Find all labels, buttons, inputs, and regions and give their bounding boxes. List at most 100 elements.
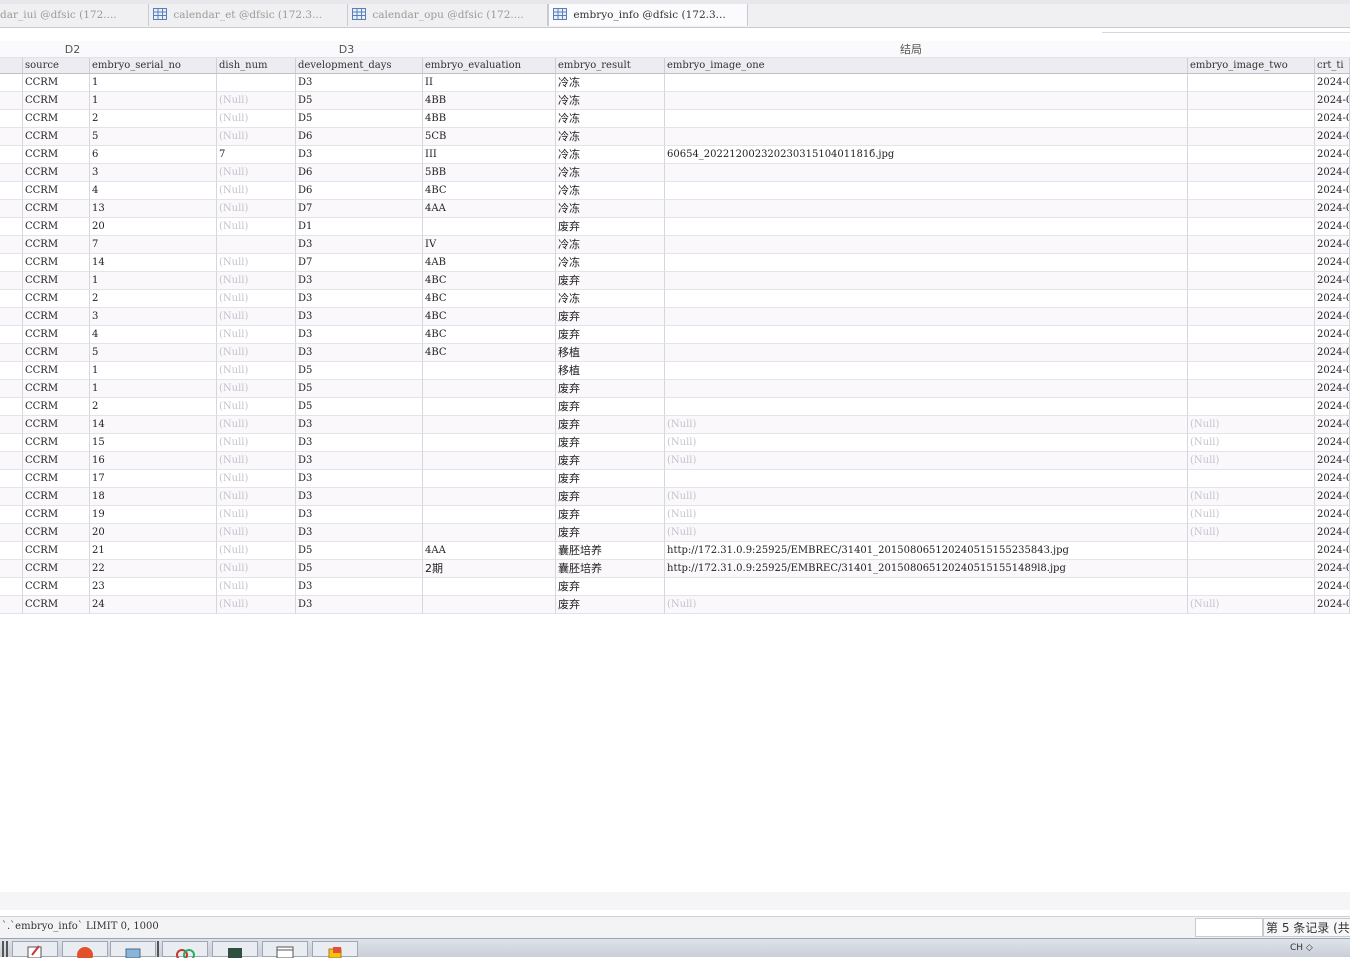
cell-development-days[interactable]: D3 [296,416,423,434]
column-header-embryo-evaluation[interactable]: embryo_evaluation [423,58,556,74]
cell-embryo-evaluation[interactable] [423,578,556,596]
cell-source[interactable]: CCRM [23,200,90,218]
cell-crt-time[interactable]: 2024-0 [1315,128,1350,146]
cell-embryo-serial-no[interactable]: 14 [90,416,217,434]
cell-embryo-serial-no[interactable]: 1 [90,74,217,92]
cell-development-days[interactable]: D6 [296,182,423,200]
cell-crt-time[interactable]: 2024-0 [1315,362,1350,380]
cell-embryo-evaluation[interactable]: 4BB [423,110,556,128]
cell-embryo-image-two[interactable] [1188,236,1315,254]
cell-embryo-serial-no[interactable]: 20 [90,218,217,236]
cell-source[interactable]: CCRM [23,326,90,344]
cell-dish-num[interactable]: (Null) [217,344,296,362]
cell-embryo-result[interactable]: 废弃 [556,326,665,344]
cell-source[interactable]: CCRM [23,452,90,470]
cell-source[interactable]: CCRM [23,344,90,362]
cell-embryo-image-one[interactable] [665,578,1188,596]
cell-source[interactable]: CCRM [23,254,90,272]
row-marker-cell[interactable] [0,434,23,452]
table-row[interactable]: CCRM 5 (Null) D6 5CB 冷冻 2024-0 [0,128,1350,146]
cell-development-days[interactable]: D3 [296,290,423,308]
cell-embryo-image-two[interactable] [1188,128,1315,146]
cell-development-days[interactable]: D6 [296,128,423,146]
table-row[interactable]: CCRM 4 (Null) D3 4BC 废弃 2024-0 [0,326,1350,344]
cell-embryo-image-one[interactable] [665,290,1188,308]
tab-embryo-info[interactable]: embryo_info @dfsic (172.3... [548,4,748,26]
row-marker-cell[interactable] [0,110,23,128]
table-row[interactable]: CCRM 20 (Null) D1 废弃 2024-0 [0,218,1350,236]
cell-source[interactable]: CCRM [23,560,90,578]
table-row[interactable]: CCRM 17 (Null) D3 废弃 2024-0 [0,470,1350,488]
taskbar-app-window[interactable] [262,941,308,959]
cell-embryo-image-one[interactable] [665,236,1188,254]
cell-embryo-evaluation[interactable]: 4BC [423,182,556,200]
cell-development-days[interactable]: D3 [296,326,423,344]
row-marker-cell[interactable] [0,452,23,470]
table-row[interactable]: CCRM 20 (Null) D3 废弃 (Null) (Null) 2024-0 [0,524,1350,542]
cell-embryo-image-one[interactable] [665,326,1188,344]
row-marker-cell[interactable] [0,218,23,236]
cell-embryo-evaluation[interactable] [423,398,556,416]
table-row[interactable]: CCRM 14 (Null) D7 4AB 冷冻 2024-0 [0,254,1350,272]
cell-source[interactable]: CCRM [23,488,90,506]
cell-dish-num[interactable]: (Null) [217,398,296,416]
row-marker-cell[interactable] [0,290,23,308]
cell-source[interactable]: CCRM [23,542,90,560]
cell-source[interactable]: CCRM [23,74,90,92]
cell-embryo-image-one[interactable] [665,470,1188,488]
table-row[interactable]: CCRM 18 (Null) D3 废弃 (Null) (Null) 2024-0 [0,488,1350,506]
row-marker-cell[interactable] [0,326,23,344]
cell-embryo-evaluation[interactable] [423,218,556,236]
table-row[interactable]: CCRM 1 (Null) D5 4BB 冷冻 2024-0 [0,92,1350,110]
cell-embryo-image-two[interactable] [1188,92,1315,110]
cell-embryo-evaluation[interactable]: 4BB [423,92,556,110]
cell-embryo-evaluation[interactable] [423,362,556,380]
cell-development-days[interactable]: D5 [296,110,423,128]
cell-embryo-image-two[interactable]: (Null) [1188,434,1315,452]
cell-embryo-evaluation[interactable]: 4BC [423,290,556,308]
cell-embryo-image-two[interactable] [1188,182,1315,200]
cell-embryo-serial-no[interactable]: 4 [90,182,217,200]
cell-source[interactable]: CCRM [23,524,90,542]
cell-embryo-evaluation[interactable]: III [423,146,556,164]
result-grid[interactable]: D2 D3 结局 source embryo_serial_no dish_num d… [0,41,1350,615]
cell-dish-num[interactable]: (Null) [217,218,296,236]
cell-embryo-image-two[interactable] [1188,254,1315,272]
row-marker-cell[interactable] [0,272,23,290]
cell-embryo-serial-no[interactable]: 5 [90,344,217,362]
cell-embryo-result[interactable]: 废弃 [556,398,665,416]
cell-source[interactable]: CCRM [23,146,90,164]
cell-dish-num[interactable]: (Null) [217,200,296,218]
cell-source[interactable]: CCRM [23,272,90,290]
system-tray[interactable]: CH ◇ [1290,943,1350,957]
cell-embryo-result[interactable]: 冷冻 [556,290,665,308]
cell-development-days[interactable]: D3 [296,506,423,524]
cell-embryo-image-two[interactable]: (Null) [1188,416,1315,434]
cell-embryo-serial-no[interactable]: 21 [90,542,217,560]
cell-development-days[interactable]: D3 [296,236,423,254]
cell-development-days[interactable]: D3 [296,74,423,92]
cell-dish-num[interactable]: (Null) [217,110,296,128]
cell-embryo-image-one[interactable] [665,362,1188,380]
cell-source[interactable]: CCRM [23,236,90,254]
row-marker-cell[interactable] [0,254,23,272]
cell-embryo-evaluation[interactable]: 2期 [423,560,556,578]
row-marker-cell[interactable] [0,362,23,380]
cell-crt-time[interactable]: 2024-0 [1315,488,1350,506]
column-header-embryo-result[interactable]: embryo_result [556,58,665,74]
cell-dish-num[interactable]: (Null) [217,272,296,290]
cell-embryo-image-two[interactable] [1188,398,1315,416]
cell-dish-num[interactable]: (Null) [217,362,296,380]
cell-source[interactable]: CCRM [23,128,90,146]
cell-embryo-serial-no[interactable]: 24 [90,596,217,614]
cell-embryo-image-two[interactable]: (Null) [1188,596,1315,614]
table-row[interactable]: CCRM 16 (Null) D3 废弃 (Null) (Null) 2024-0 [0,452,1350,470]
cell-dish-num[interactable]: (Null) [217,164,296,182]
cell-embryo-result[interactable]: 废弃 [556,578,665,596]
table-row[interactable]: CCRM 15 (Null) D3 废弃 (Null) (Null) 2024-0 [0,434,1350,452]
cell-embryo-result[interactable]: 冷冻 [556,146,665,164]
tab-calendar-et[interactable]: calendar_et @dfsic (172.3... [149,4,348,26]
cell-dish-num[interactable]: (Null) [217,560,296,578]
row-marker-cell[interactable] [0,488,23,506]
cell-embryo-result[interactable]: 废弃 [556,218,665,236]
